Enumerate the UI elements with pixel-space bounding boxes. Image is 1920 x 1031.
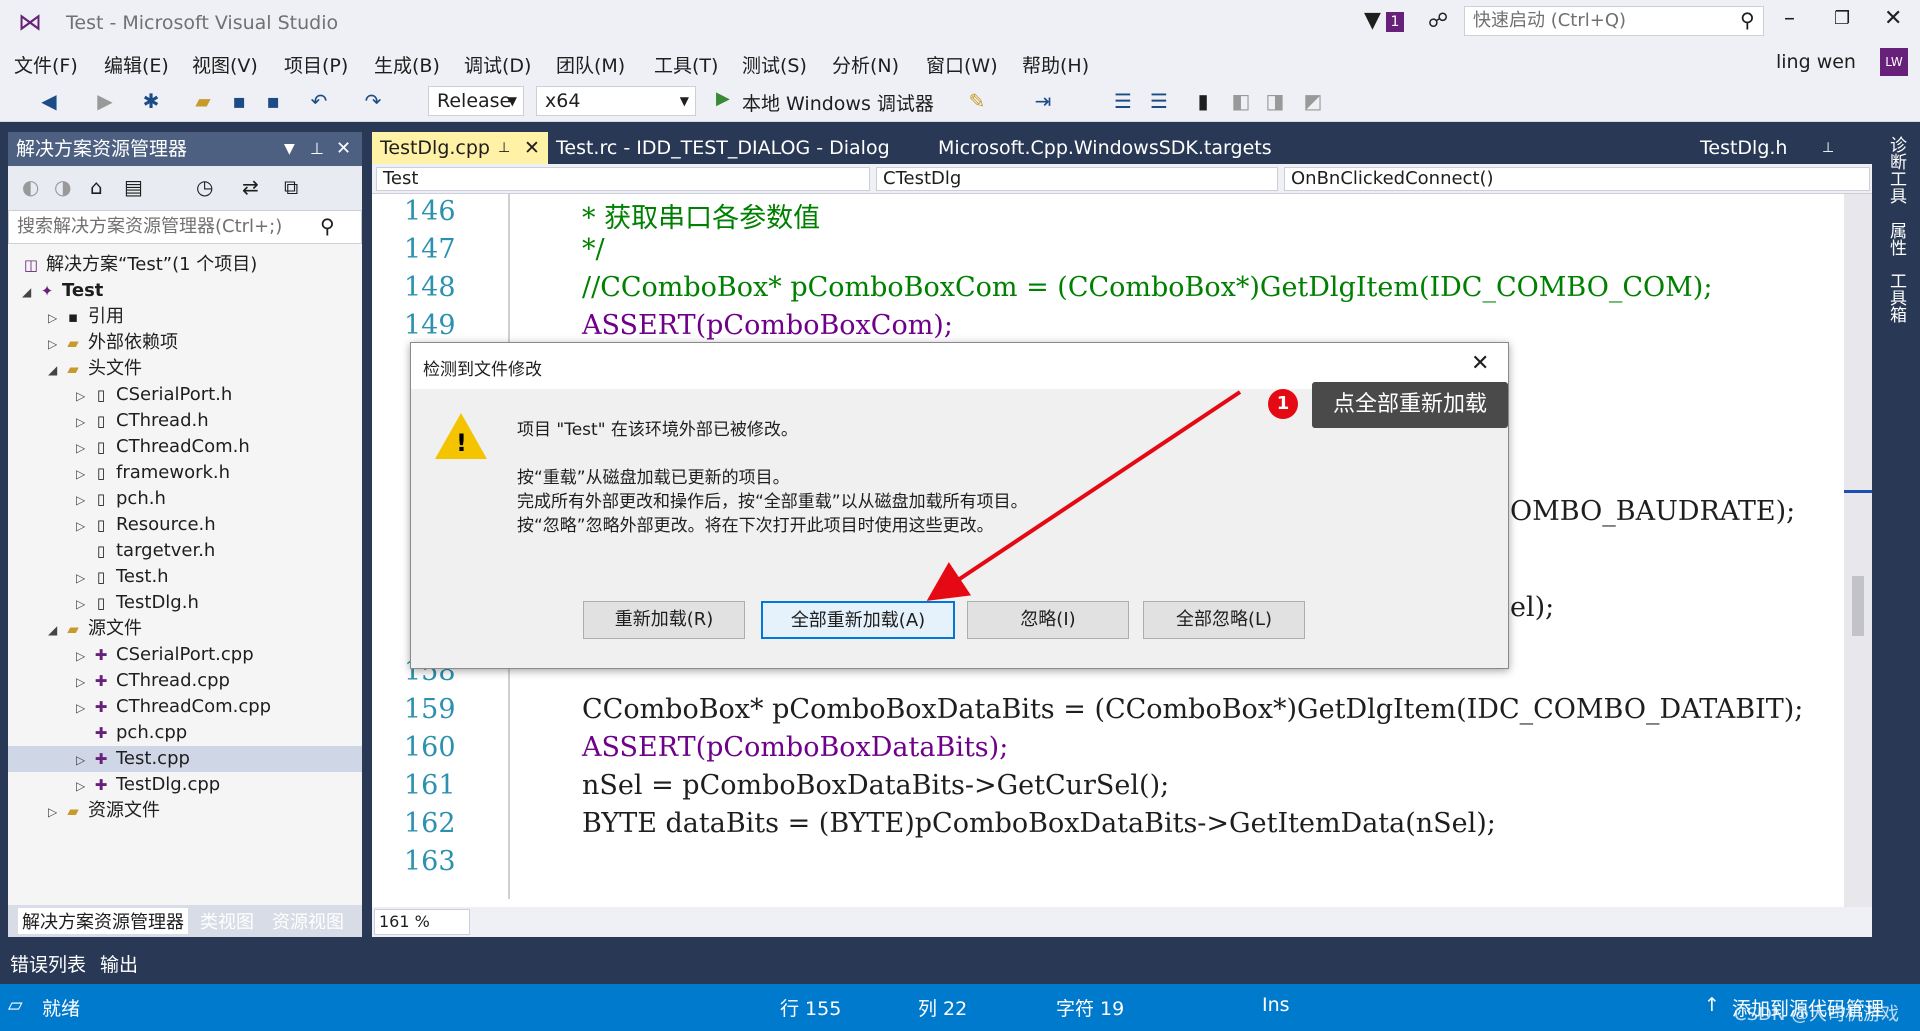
- annotation-callout: 点全部重新加载: [1312, 382, 1508, 428]
- annotation-arrow: [926, 390, 1242, 601]
- annotation-badge: 1: [1268, 389, 1298, 419]
